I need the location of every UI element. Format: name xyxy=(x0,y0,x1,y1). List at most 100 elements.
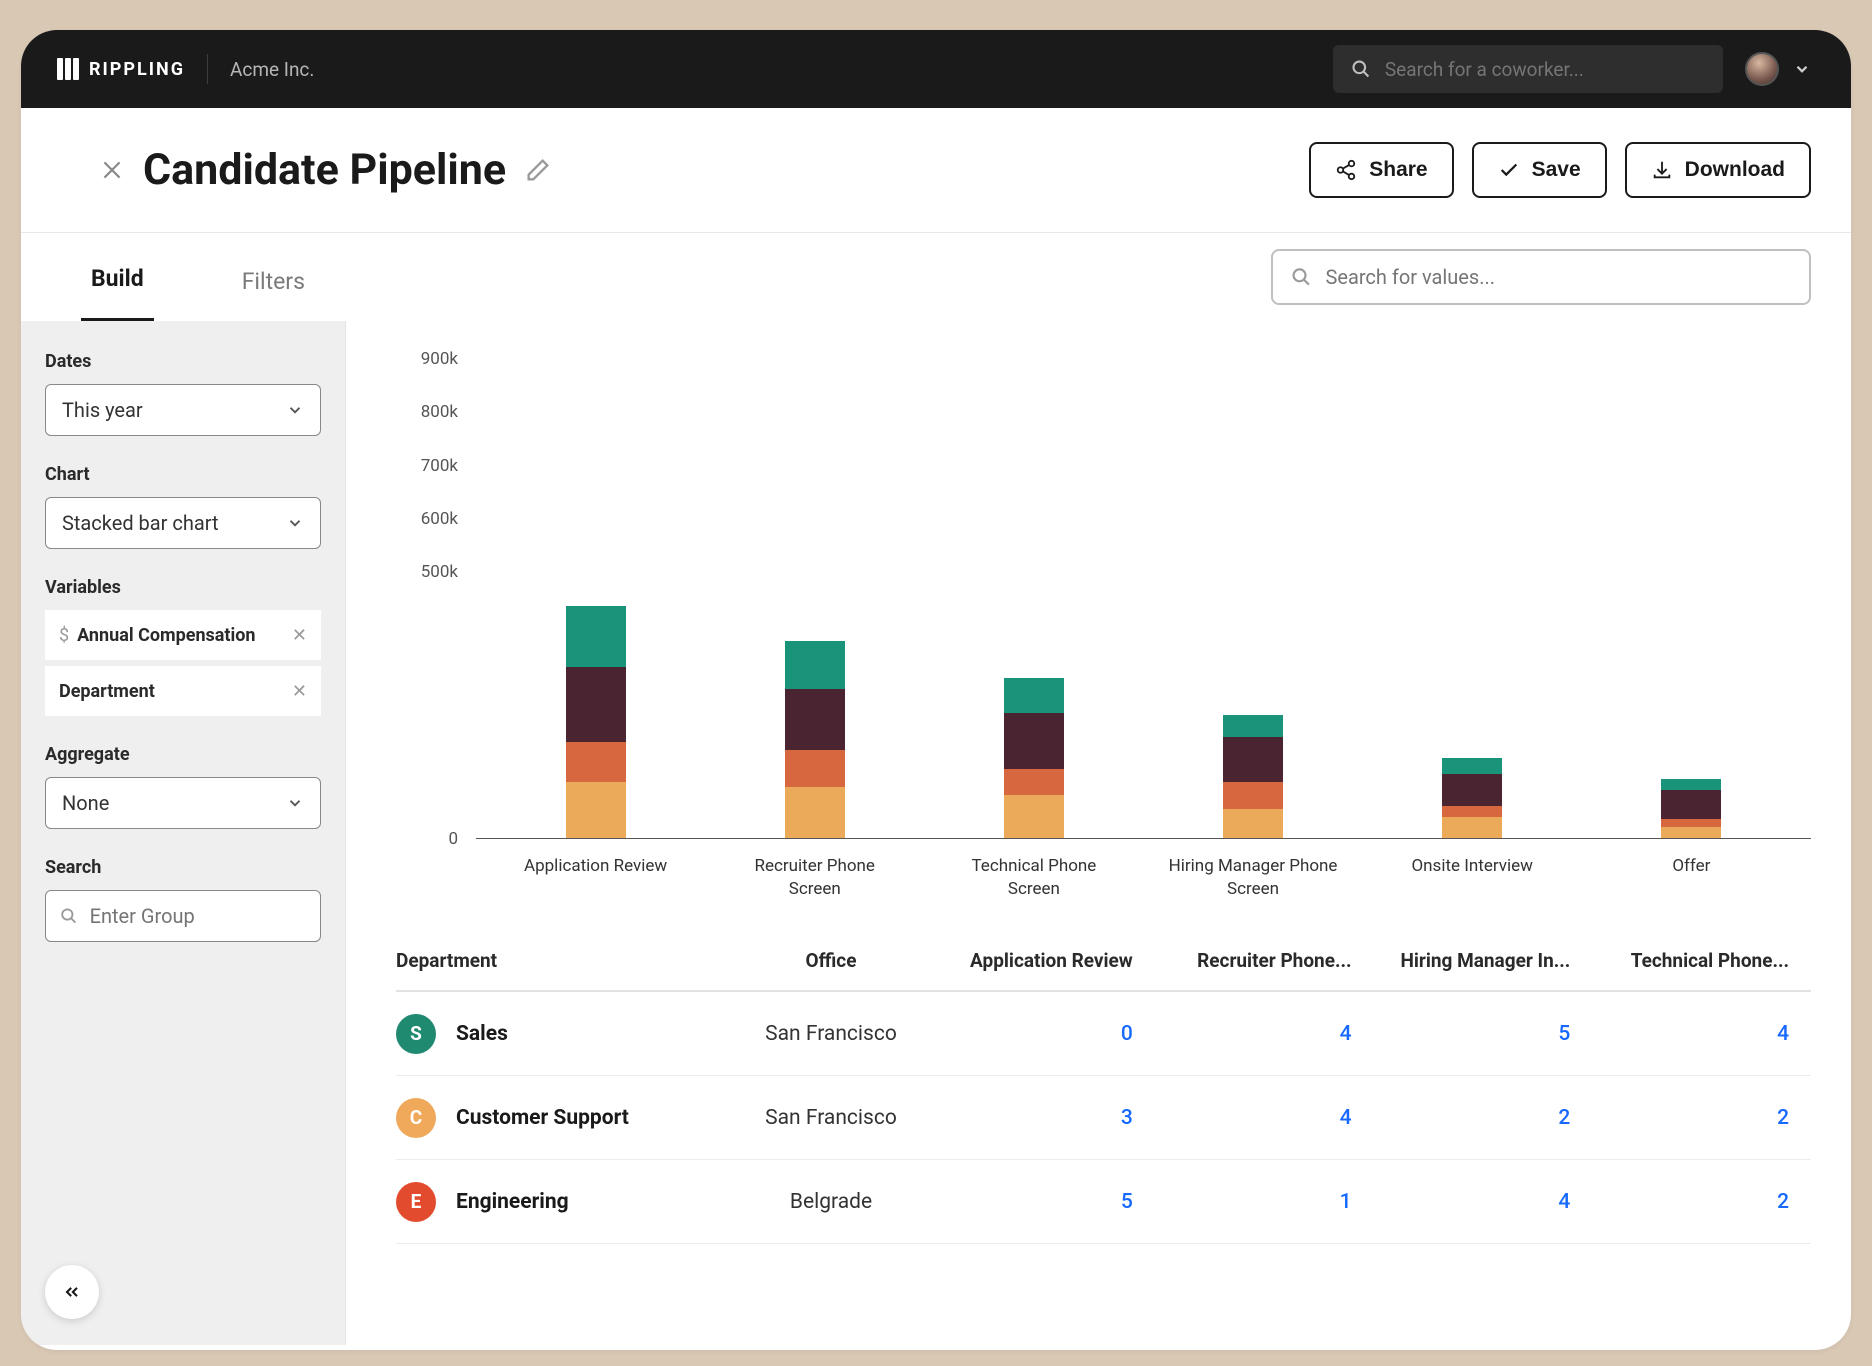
chart: 0500k600k700k800k900k Application Review… xyxy=(396,349,1811,909)
value-cell[interactable]: 4 xyxy=(1374,1190,1593,1214)
value-cell[interactable]: 0 xyxy=(936,1022,1155,1046)
bar-segment xyxy=(1661,790,1721,819)
bar-segment xyxy=(785,641,845,689)
company-name: Acme Inc. xyxy=(230,58,314,81)
save-label: Save xyxy=(1532,158,1581,182)
value-cell[interactable]: 5 xyxy=(936,1190,1155,1214)
values-search[interactable] xyxy=(1271,249,1811,305)
global-search-input[interactable] xyxy=(1385,58,1705,81)
y-tick: 700k xyxy=(421,456,458,476)
table-header: Department Office Application Review Rec… xyxy=(396,949,1811,992)
chevron-down-icon xyxy=(1793,60,1811,78)
chevron-double-left-icon xyxy=(62,1282,82,1302)
aggregate-select[interactable]: None xyxy=(45,777,321,829)
col-department: Department xyxy=(396,949,726,972)
x-axis-label: Onsite Interview xyxy=(1387,847,1557,909)
variable-chip-annual-compensation[interactable]: $Annual Compensation ✕ xyxy=(45,610,321,660)
aggregate-value: None xyxy=(62,791,109,815)
chevron-down-icon xyxy=(286,514,304,532)
divider xyxy=(207,54,208,84)
bar-segment xyxy=(1223,737,1283,782)
chart-select[interactable]: Stacked bar chart xyxy=(45,497,321,549)
value-cell[interactable]: 4 xyxy=(1155,1022,1374,1046)
col-application-review: Application Review xyxy=(936,949,1155,972)
share-label: Share xyxy=(1369,158,1427,182)
bar-stack[interactable] xyxy=(785,641,845,838)
tabs-row: Build Filters xyxy=(21,233,1851,321)
bar-column xyxy=(730,641,900,838)
brand-logo: RIPPLING xyxy=(57,58,185,80)
collapse-sidebar-button[interactable] xyxy=(45,1265,99,1319)
department-name: Engineering xyxy=(456,1190,569,1214)
table-body: S Sales San Francisco 0 4 5 4 C Customer… xyxy=(396,992,1811,1244)
bar-stack[interactable] xyxy=(566,606,626,838)
group-search-input[interactable] xyxy=(90,904,306,928)
x-axis-labels: Application ReviewRecruiter Phone Screen… xyxy=(476,847,1811,909)
values-search-input[interactable] xyxy=(1325,265,1791,289)
y-tick: 600k xyxy=(421,509,458,529)
value-cell[interactable]: 4 xyxy=(1592,1022,1811,1046)
bar-stack[interactable] xyxy=(1223,715,1283,838)
value-cell[interactable]: 3 xyxy=(936,1106,1155,1130)
y-axis: 0500k600k700k800k900k xyxy=(396,349,466,869)
office-cell: San Francisco xyxy=(726,1022,936,1046)
tab-filters[interactable]: Filters xyxy=(232,268,315,321)
bar-stack[interactable] xyxy=(1004,678,1064,838)
download-button[interactable]: Download xyxy=(1625,142,1811,198)
bar-column xyxy=(511,606,681,838)
value-cell[interactable]: 4 xyxy=(1155,1106,1374,1130)
brand-area: RIPPLING Acme Inc. xyxy=(57,54,314,84)
global-search[interactable] xyxy=(1333,45,1723,93)
value-cell[interactable]: 5 xyxy=(1374,1022,1593,1046)
chevron-down-icon xyxy=(286,401,304,419)
group-search[interactable] xyxy=(45,890,321,942)
value-cell[interactable]: 2 xyxy=(1592,1190,1811,1214)
value-cell[interactable]: 2 xyxy=(1374,1106,1593,1130)
table-row[interactable]: C Customer Support San Francisco 3 4 2 2 xyxy=(396,1076,1811,1160)
edit-icon[interactable] xyxy=(524,156,552,184)
bar-stack[interactable] xyxy=(1661,779,1721,838)
body: Dates This year Chart Stacked bar chart … xyxy=(21,321,1851,1345)
col-office: Office xyxy=(726,949,936,972)
share-button[interactable]: Share xyxy=(1309,142,1453,198)
dates-select[interactable]: This year xyxy=(45,384,321,436)
x-axis-label: Technical Phone Screen xyxy=(949,847,1119,909)
value-cell[interactable]: 2 xyxy=(1592,1106,1811,1130)
aggregate-label: Aggregate xyxy=(45,744,321,765)
topbar: RIPPLING Acme Inc. xyxy=(21,30,1851,108)
search-icon xyxy=(60,906,78,926)
save-button[interactable]: Save xyxy=(1472,142,1607,198)
department-badge: S xyxy=(396,1014,436,1054)
bar-segment xyxy=(1442,806,1502,817)
value-cell[interactable]: 1 xyxy=(1155,1190,1374,1214)
plot-area xyxy=(476,359,1811,839)
bar-segment xyxy=(1004,678,1064,713)
tab-build[interactable]: Build xyxy=(81,265,154,321)
tabs: Build Filters xyxy=(81,233,315,321)
data-table: Department Office Application Review Rec… xyxy=(396,949,1811,1244)
y-tick: 0 xyxy=(448,829,458,849)
chart-value: Stacked bar chart xyxy=(62,511,219,535)
bar-column xyxy=(1387,758,1557,838)
y-tick: 900k xyxy=(421,349,458,369)
variable-chip-department[interactable]: Department ✕ xyxy=(45,666,321,716)
table-row[interactable]: E Engineering Belgrade 5 1 4 2 xyxy=(396,1160,1811,1244)
user-menu[interactable] xyxy=(1745,52,1811,86)
table-row[interactable]: S Sales San Francisco 0 4 5 4 xyxy=(396,992,1811,1076)
bar-segment xyxy=(785,750,845,787)
dates-value: This year xyxy=(62,398,143,422)
remove-variable-icon[interactable]: ✕ xyxy=(292,681,307,702)
chart-label: Chart xyxy=(45,464,321,485)
x-axis-label: Recruiter Phone Screen xyxy=(730,847,900,909)
bar-segment xyxy=(1223,809,1283,838)
x-axis-label: Hiring Manager Phone Screen xyxy=(1168,847,1338,909)
brand-name: RIPPLING xyxy=(89,59,185,80)
bar-stack[interactable] xyxy=(1442,758,1502,838)
close-icon[interactable] xyxy=(99,157,125,183)
bar-segment xyxy=(785,787,845,838)
remove-variable-icon[interactable]: ✕ xyxy=(292,625,307,646)
share-icon xyxy=(1335,159,1357,181)
sidebar: Dates This year Chart Stacked bar chart … xyxy=(21,321,346,1345)
bars-container xyxy=(476,359,1811,838)
bar-segment xyxy=(1442,774,1502,806)
